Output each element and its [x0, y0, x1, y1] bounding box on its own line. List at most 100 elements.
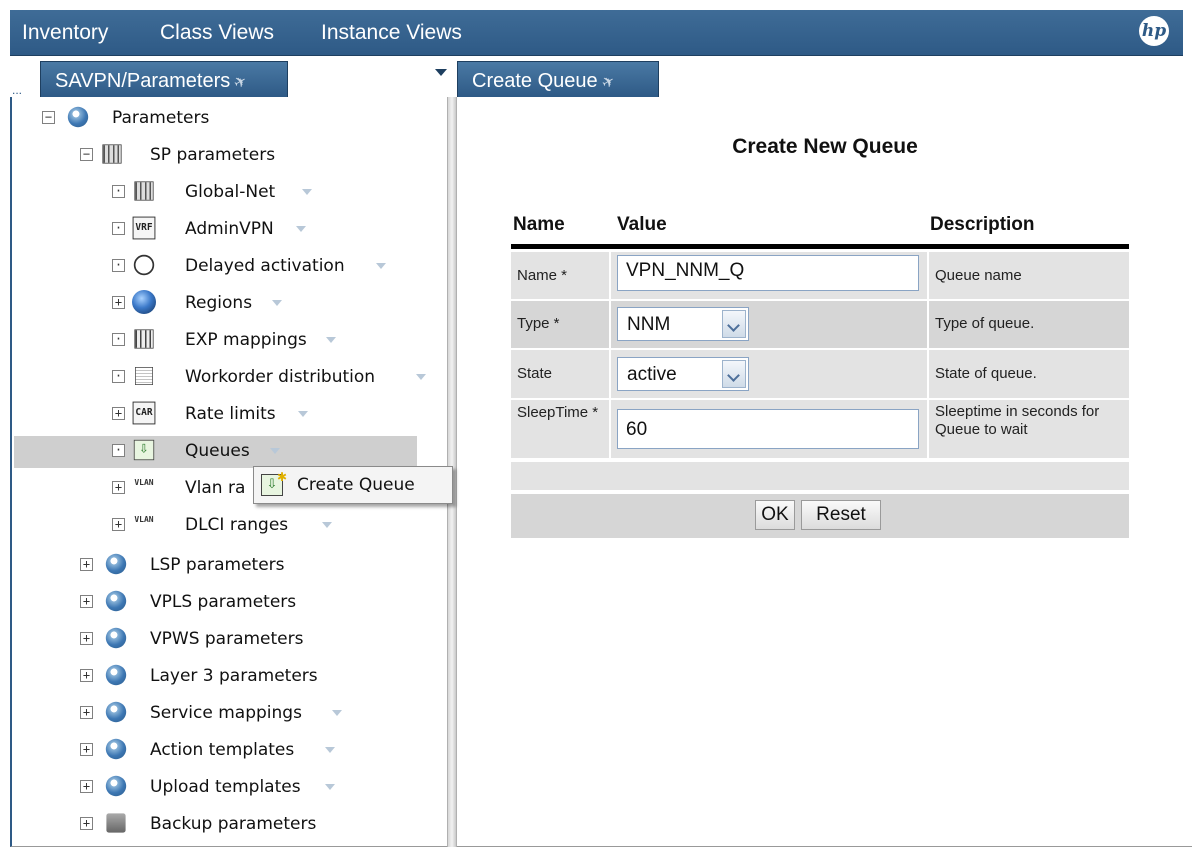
tree-node-regions[interactable]: + Regions — [112, 288, 442, 320]
tab-label: Create Queue — [472, 70, 598, 92]
node-menu-arrow-icon[interactable] — [326, 337, 336, 343]
nav-inventory[interactable]: Inventory — [22, 21, 108, 45]
field-description: Queue name — [935, 267, 1022, 284]
pin-icon[interactable]: ✈ — [231, 71, 250, 93]
field-description: State of queue. — [935, 365, 1037, 382]
node-menu-arrow-icon[interactable] — [296, 226, 306, 232]
node-menu-arrow-icon[interactable] — [298, 411, 308, 417]
leaf-toggle-icon[interactable]: · — [112, 259, 125, 272]
tree-node-workorder-distribution[interactable]: · Workorder distribution — [112, 362, 442, 394]
reset-button[interactable]: Reset — [801, 500, 881, 530]
node-menu-arrow-icon[interactable] — [376, 263, 386, 269]
tree-node-exp-mappings[interactable]: · EXP mappings — [112, 325, 442, 357]
tree-node-sp-parameters[interactable]: − SP parameters — [80, 140, 430, 172]
nav-instance-views[interactable]: Instance Views — [321, 21, 462, 45]
select-value: NNM — [627, 314, 671, 335]
form-buttons-row: OK Reset — [511, 494, 1129, 538]
form-row-state: State active State of queue. — [511, 350, 1129, 398]
panel-collapse-arrow-icon[interactable] — [435, 69, 447, 76]
leaf-toggle-icon[interactable]: · — [112, 370, 125, 383]
node-menu-arrow-icon[interactable] — [325, 747, 335, 753]
tree-node-action-templates[interactable]: + Action templates — [80, 735, 430, 767]
expand-toggle-icon[interactable]: + — [80, 558, 93, 571]
node-menu-arrow-icon[interactable] — [272, 300, 282, 306]
tree-node-parameters[interactable]: − Parameters — [42, 103, 422, 135]
tab-label: SAVPN/Parameters — [55, 70, 231, 92]
node-menu-arrow-icon[interactable] — [270, 448, 280, 454]
field-label: State — [517, 365, 553, 382]
expand-toggle-icon[interactable]: + — [80, 595, 93, 608]
expand-toggle-icon[interactable]: + — [80, 632, 93, 645]
expand-toggle-icon[interactable]: + — [112, 518, 125, 531]
expand-toggle-icon[interactable]: + — [112, 407, 125, 420]
tree-node-label: Action templates — [150, 740, 295, 760]
node-menu-arrow-icon[interactable] — [332, 710, 342, 716]
gear-icon — [105, 664, 127, 686]
tree-node-global-net[interactable]: · Global-Net — [112, 177, 442, 209]
collapse-toggle-icon[interactable]: − — [42, 111, 55, 124]
leaf-toggle-icon[interactable]: · — [112, 185, 125, 198]
chevron-down-icon[interactable] — [722, 310, 746, 338]
ok-button[interactable]: OK — [755, 500, 795, 530]
tree-node-vpls-parameters[interactable]: + VPLS parameters — [80, 587, 430, 619]
sleeptime-input[interactable]: 60 — [617, 409, 919, 449]
gear-icon — [105, 627, 127, 649]
new-star-icon: ✱ — [277, 470, 288, 484]
tab-row: ... SAVPN/Parameters✈ Create Queue✈ — [10, 57, 1183, 97]
gear-icon — [105, 553, 127, 575]
tree-node-label: Regions — [185, 293, 253, 313]
context-menu: ⇩ ✱ Create Queue — [253, 466, 453, 504]
tree-node-layer3-parameters[interactable]: + Layer 3 parameters — [80, 661, 430, 693]
tree-node-vpws-parameters[interactable]: + VPWS parameters — [80, 624, 430, 656]
collapse-toggle-icon[interactable]: − — [80, 148, 93, 161]
tab-savpn-parameters[interactable]: SAVPN/Parameters✈ — [40, 61, 288, 97]
node-menu-arrow-icon[interactable] — [325, 784, 335, 790]
expand-toggle-icon[interactable]: + — [80, 669, 93, 682]
form-row-type: Type * NNM Type of queue. — [511, 301, 1129, 348]
expand-toggle-icon[interactable]: + — [112, 481, 125, 494]
expand-toggle-icon[interactable]: + — [80, 706, 93, 719]
expand-toggle-icon[interactable]: + — [80, 780, 93, 793]
queue-name-input[interactable]: VPN_NNM_Q — [617, 255, 919, 291]
leaf-toggle-icon[interactable]: · — [112, 444, 125, 457]
leaf-toggle-icon[interactable]: · — [112, 222, 125, 235]
top-nav-bar: Inventory Class Views Instance Views hp — [10, 10, 1183, 56]
table-icon — [102, 144, 122, 164]
tree-node-label: VPLS parameters — [150, 592, 297, 612]
node-menu-arrow-icon[interactable] — [416, 374, 426, 380]
panel-menu-ellipsis[interactable]: ... — [12, 83, 22, 97]
vlan-icon: VLAN — [134, 478, 154, 487]
leaf-toggle-icon[interactable]: · — [112, 333, 125, 346]
tab-create-queue[interactable]: Create Queue✈ — [457, 61, 659, 97]
tree-node-delayed-activation[interactable]: · Delayed activation — [112, 251, 442, 283]
tree-node-backup-parameters[interactable]: + Backup parameters — [80, 809, 430, 841]
form-spacer-row — [511, 462, 1129, 490]
tree-node-label: Workorder distribution — [185, 367, 376, 387]
pin-icon[interactable]: ✈ — [598, 71, 617, 93]
backup-icon — [106, 813, 126, 833]
chevron-down-icon[interactable] — [722, 360, 746, 388]
tree-node-label: LSP parameters — [150, 555, 285, 575]
node-menu-arrow-icon[interactable] — [302, 189, 312, 195]
table-icon — [134, 181, 154, 201]
expand-toggle-icon[interactable]: + — [112, 296, 125, 309]
tree-node-rate-limits[interactable]: + CAR Rate limits — [112, 399, 442, 431]
expand-toggle-icon[interactable]: + — [80, 817, 93, 830]
tree-node-adminvpn[interactable]: · VRF AdminVPN — [112, 214, 442, 246]
expand-toggle-icon[interactable]: + — [80, 743, 93, 756]
tree-node-lsp-parameters[interactable]: + LSP parameters — [80, 550, 430, 582]
tree-node-queues[interactable]: · ⇩ Queues — [14, 436, 417, 468]
tree-node-dlci-ranges[interactable]: + VLAN DLCI ranges — [112, 510, 442, 542]
nav-class-views[interactable]: Class Views — [160, 21, 274, 45]
queue-type-select[interactable]: NNM — [617, 307, 749, 341]
queue-state-select[interactable]: active — [617, 357, 749, 391]
hp-logo: hp — [1139, 16, 1169, 46]
tree-node-label: Global-Net — [185, 182, 276, 202]
node-menu-arrow-icon[interactable] — [322, 522, 332, 528]
tree-node-label: Upload templates — [150, 777, 301, 797]
tree-node-service-mappings[interactable]: + Service mappings — [80, 698, 430, 730]
tree-node-upload-templates[interactable]: + Upload templates — [80, 772, 430, 804]
form-row-name: Name * VPN_NNM_Q Queue name — [511, 252, 1129, 299]
field-label: Name * — [517, 267, 568, 284]
tree-node-label: Backup parameters — [150, 814, 317, 834]
